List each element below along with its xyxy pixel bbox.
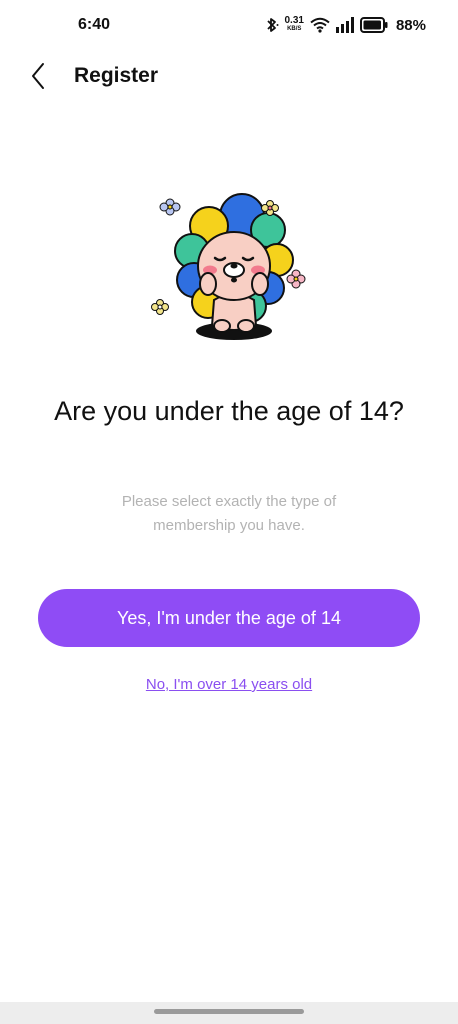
age-question-heading: Are you under the age of 14? bbox=[54, 396, 404, 426]
app-header: Register bbox=[0, 52, 458, 102]
status-bar: 6:40 0.31 KB/S 88% bbox=[0, 0, 458, 52]
bluetooth-icon bbox=[266, 18, 278, 32]
status-time: 6:40 bbox=[78, 16, 111, 33]
signal-icon bbox=[335, 17, 354, 33]
lion-character-icon bbox=[151, 193, 306, 340]
over-14-link[interactable]: No, I'm over 14 years old bbox=[0, 676, 458, 693]
battery-icon bbox=[359, 17, 388, 33]
battery-percent: 88% bbox=[395, 16, 426, 34]
system-nav-bar bbox=[0, 1002, 458, 1024]
network-speed-value: 0.31 bbox=[284, 15, 304, 26]
home-indicator[interactable] bbox=[154, 1009, 304, 1014]
back-button[interactable] bbox=[22, 58, 54, 94]
under-14-button[interactable]: Yes, I'm under the age of 14 bbox=[38, 589, 420, 647]
chevron-left-icon bbox=[32, 63, 44, 89]
status-icons: 0.31 KB/S 88% bbox=[265, 14, 426, 36]
network-speed-unit: KB/S bbox=[287, 26, 302, 32]
network-speed: 0.31 KB/S bbox=[284, 15, 304, 33]
wifi-icon bbox=[310, 17, 330, 33]
page-title: Register bbox=[74, 64, 159, 87]
membership-instruction: Please select exactly the type of member… bbox=[121, 493, 337, 534]
